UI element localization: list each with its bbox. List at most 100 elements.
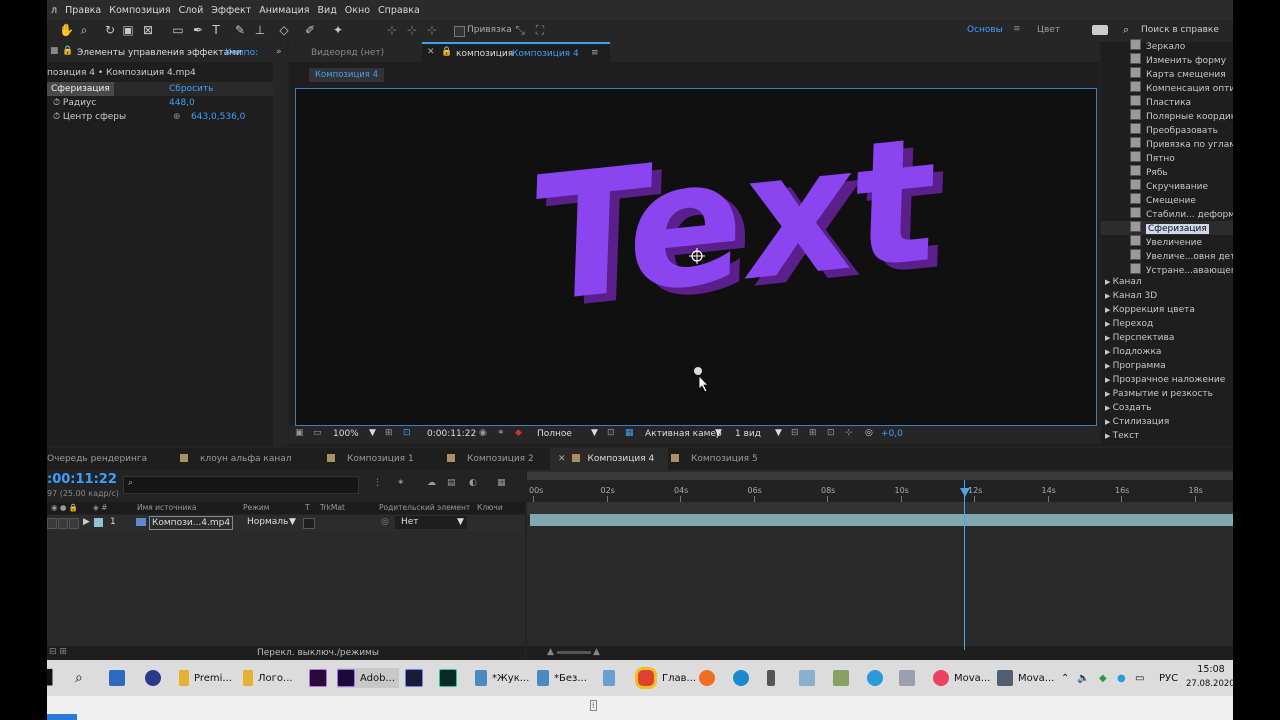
effect-category[interactable]: ▶ Стилизация	[1105, 415, 1169, 429]
telegram-app[interactable]	[867, 668, 888, 688]
viewer-timecode[interactable]: 0:00:11:22	[427, 429, 476, 439]
expand-arrow-icon[interactable]: ▶	[1105, 390, 1113, 398]
comp-canvas[interactable]: Text Text	[295, 88, 1097, 426]
roto-brush-tool-icon[interactable]: ✐	[303, 23, 317, 37]
tab-menu-icon[interactable]: ■	[50, 46, 59, 56]
toggle-switches-modes[interactable]: Перекл. выключ./режимы	[257, 648, 379, 658]
label-color-icon[interactable]	[94, 518, 103, 527]
paint-app[interactable]	[799, 668, 820, 688]
crosshair-icon[interactable]: ⊕	[173, 110, 181, 124]
effect-list-item[interactable]: Привязка по углам	[1101, 137, 1233, 151]
audition-app[interactable]	[439, 668, 462, 688]
taskbar-app[interactable]: *Жук...	[475, 668, 529, 688]
menu-effect[interactable]: Эффект	[207, 5, 255, 16]
camera-tool-icon[interactable]: ▣	[121, 23, 135, 37]
file-app[interactable]	[603, 668, 620, 688]
parent-dropdown-icon[interactable]: ▼	[457, 517, 464, 527]
clone-stamp-tool-icon[interactable]: ⊥	[253, 23, 267, 37]
show-snapshot-icon[interactable]: ⚭	[497, 428, 505, 438]
effect-category[interactable]: ▶ Канал	[1105, 275, 1142, 289]
effect-list-item[interactable]: Увеличе...овня детализации	[1101, 249, 1233, 263]
puppet-tool-icon[interactable]: ✦	[331, 23, 345, 37]
zoom-dropdown-icon[interactable]: ▼	[369, 428, 376, 438]
search-icon[interactable]: ⌕	[75, 668, 83, 688]
layer-mode[interactable]: Нормаль	[247, 517, 288, 527]
menu-edit[interactable]: Правка	[61, 5, 105, 16]
effect-category[interactable]: ▶ Подложка	[1105, 345, 1161, 359]
network-icon[interactable]: ▭	[1135, 668, 1144, 688]
region-icon[interactable]: ⊡	[607, 428, 615, 438]
hand-tool-icon[interactable]: ✋	[59, 23, 74, 37]
channel-icon[interactable]: ◆	[515, 428, 522, 438]
fast-preview-icon[interactable]: ⊞	[809, 428, 817, 438]
menu-layer[interactable]: Слой	[175, 5, 208, 16]
expand-arrow-icon[interactable]: ▶	[1105, 348, 1113, 356]
expand-arrow-icon[interactable]: ▶	[1105, 362, 1113, 370]
tab-render-queue[interactable]: Очередь рендеринга	[47, 448, 147, 470]
premiere-app[interactable]	[309, 668, 332, 688]
zoom-in-icon[interactable]: ▲	[593, 647, 600, 657]
axis-view-icon[interactable]: ⊹	[425, 23, 439, 37]
volume-icon[interactable]: 🔈	[1077, 668, 1089, 688]
lock-toggle-icon[interactable]	[69, 518, 79, 529]
brush-tool-icon[interactable]: ✎	[233, 23, 247, 37]
tab-menu-icon[interactable]: ≡	[591, 48, 599, 58]
draft-3d-icon[interactable]: ✶	[397, 478, 405, 488]
resize-handle-icon[interactable]: ⁞	[590, 700, 597, 711]
rotate-tool-icon[interactable]: ↻	[103, 23, 117, 37]
views-select[interactable]: 1 вид	[735, 429, 761, 439]
effect-category[interactable]: ▶ Коррекция цвета	[1105, 303, 1195, 317]
motion-blur-icon[interactable]: ◐	[469, 478, 477, 488]
parent-select[interactable]: Нет ▼	[395, 516, 467, 529]
close-icon[interactable]: ✕	[558, 454, 566, 464]
clock-date[interactable]: 27.08.2020	[1186, 679, 1235, 689]
video-toggle-icon[interactable]	[47, 518, 57, 529]
menu-file[interactable]: л	[47, 5, 61, 16]
snap-option-icon[interactable]: ⤡	[513, 23, 527, 37]
effect-category[interactable]: ▶ Прозрачное наложение	[1105, 373, 1225, 387]
effect-list-item[interactable]: Изменить форму	[1101, 53, 1233, 67]
camera-select[interactable]: Активная камер	[645, 429, 722, 439]
expand-arrow-icon[interactable]: ▶	[1105, 306, 1113, 314]
snap-checkbox[interactable]	[454, 26, 465, 37]
collapse-icon[interactable]: »	[276, 47, 282, 57]
taskbar-app[interactable]: Mova...	[933, 668, 990, 688]
stopwatch-icon[interactable]: ⏱	[53, 112, 60, 122]
tray-chevron-icon[interactable]: ⌃	[1061, 668, 1069, 688]
playhead-handle[interactable]	[960, 488, 970, 497]
telegram-tray-icon[interactable]: ●	[1117, 668, 1126, 688]
expand-arrow-icon[interactable]: ▶	[1105, 278, 1113, 286]
col-t[interactable]: T	[305, 503, 310, 512]
effect-category[interactable]: ▶ Текст	[1105, 429, 1139, 443]
timeline-icon[interactable]: ⊡	[827, 428, 835, 438]
expand-arrow-icon[interactable]: ▶	[1105, 320, 1113, 328]
taskbar-app[interactable]: Premi...	[179, 668, 232, 688]
comp-navigator-chip[interactable]: Композиция 4	[309, 68, 384, 82]
tab-comp[interactable]: клоун альфа канал	[180, 448, 292, 470]
fit-icon[interactable]: ⊞	[385, 428, 393, 438]
menu-animation[interactable]: Анимация	[255, 5, 313, 16]
tab-comp-active[interactable]: ✕ Композиция 4	[550, 448, 668, 470]
effect-list-item[interactable]: Смещение	[1101, 193, 1233, 207]
solo-toggle-icon[interactable]	[58, 518, 68, 529]
tab-footage[interactable]: Видеоряд (нет)	[311, 48, 384, 58]
preserve-transparency-checkbox[interactable]	[303, 518, 315, 529]
views-dropdown-icon[interactable]: ▼	[775, 428, 782, 438]
cinema-app[interactable]	[145, 668, 166, 688]
eraser-tool-icon[interactable]: ◇	[277, 23, 291, 37]
menu-view[interactable]: Вид	[314, 5, 341, 16]
expand-arrow-icon[interactable]: ▶	[83, 517, 90, 527]
axis-local-icon[interactable]: ⊹	[385, 23, 399, 37]
effect-list-item[interactable]: Скручивание	[1101, 179, 1233, 193]
effect-list-item[interactable]: Стабили... деформации	[1101, 207, 1233, 221]
expand-arrow-icon[interactable]: ▶	[1105, 292, 1113, 300]
grid-icon[interactable]: ⊡	[403, 428, 411, 438]
taskbar-app[interactable]: Глав...	[635, 667, 696, 689]
close-icon[interactable]: ✕	[427, 47, 435, 57]
start-icon[interactable]: ▌	[47, 668, 58, 688]
col-parent[interactable]: Родительский элемент	[379, 503, 470, 512]
layer-row[interactable]: ▶ 1 Компози...4.mp4 Нормаль ▼ ◎ Нет ▼	[47, 515, 525, 531]
zoom-level[interactable]: 100%	[333, 429, 359, 439]
layer-duration-bar[interactable]	[530, 514, 1233, 526]
expand-arrow-icon[interactable]: ▶	[1105, 404, 1113, 412]
